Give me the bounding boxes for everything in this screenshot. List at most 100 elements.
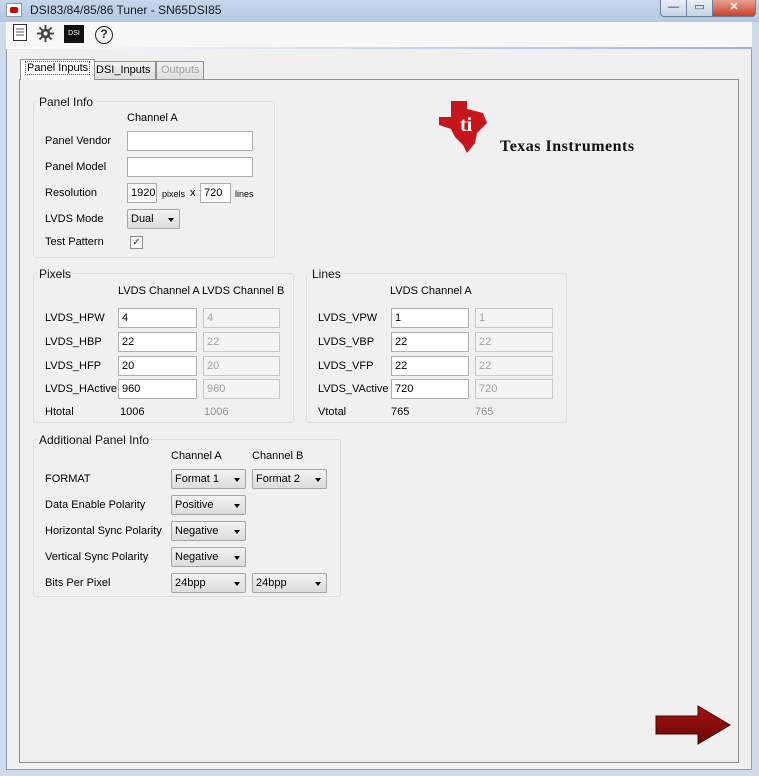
close-button[interactable]: ✕ — [712, 0, 756, 17]
lvds-vfp-a-input[interactable]: 22 — [391, 356, 469, 376]
gear-icon[interactable] — [35, 24, 55, 44]
lvds-vactive-a-input[interactable]: 720 — [391, 379, 469, 399]
lvds-vpw-b-input: 1 — [475, 308, 553, 328]
lvds-mode-value: Dual — [131, 213, 154, 225]
lvds-vactive-b-input: 720 — [475, 379, 553, 399]
lvds-hbp-a-input[interactable]: 22 — [118, 332, 197, 352]
resolution-x-separator: x — [190, 187, 196, 199]
panel-vendor-input[interactable] — [127, 131, 253, 151]
chevron-down-icon — [234, 582, 240, 586]
lvds-mode-label: LVDS Mode — [45, 213, 104, 225]
chevron-down-icon — [315, 478, 321, 482]
pixels-col-b-header: LVDS Channel B — [202, 285, 285, 297]
format-b-value: Format 2 — [256, 473, 301, 485]
panel-info-title: Panel Info — [37, 95, 96, 109]
vsync-polarity-value: Negative — [175, 551, 219, 563]
bits-per-pixel-a-select[interactable]: 24bpp — [171, 573, 246, 593]
lvds-hfp-label: LVDS_HFP — [45, 360, 102, 372]
panel-model-label: Panel Model — [45, 161, 107, 173]
lvds-vpw-a-input[interactable]: 1 — [391, 308, 469, 328]
additional-panel-info-title: Additional Panel Info — [37, 433, 152, 447]
lvds-hactive-a-input[interactable]: 960 — [118, 379, 197, 399]
vtotal-b-value: 765 — [475, 406, 494, 418]
resolution-label: Resolution — [45, 187, 97, 199]
resolution-lines-unit: lines — [235, 189, 254, 199]
lvds-hactive-b-input: 960 — [203, 379, 280, 399]
data-enable-polarity-value: Positive — [175, 499, 214, 511]
tab-panel-inputs[interactable]: Panel Inputs — [20, 59, 96, 80]
hsync-polarity-label: Horizontal Sync Polarity — [45, 525, 162, 537]
pixels-col-a-header: LVDS Channel A — [118, 285, 200, 297]
maximize-button[interactable]: ▭ — [686, 0, 713, 17]
toolbar-divider — [6, 47, 752, 49]
resolution-height-input[interactable]: 720 — [200, 183, 231, 203]
lvds-vbp-label: LVDS_VBP — [318, 336, 375, 348]
lvds-mode-select[interactable]: Dual — [127, 209, 180, 229]
window-title: DSI83/84/85/86 Tuner - SN65DSI85 — [30, 3, 222, 17]
panel-info-channel-header: Channel A — [127, 112, 178, 124]
chevron-down-icon — [234, 504, 240, 508]
chevron-down-icon — [234, 478, 240, 482]
htotal-label: Htotal — [45, 406, 74, 418]
svg-text:ti: ti — [460, 114, 473, 136]
toolbar — [6, 22, 752, 48]
additional-col-a-header: Channel A — [171, 450, 222, 462]
hsync-polarity-select[interactable]: Negative — [171, 521, 246, 541]
next-arrow-icon[interactable] — [654, 704, 732, 746]
data-enable-polarity-label: Data Enable Polarity — [45, 499, 146, 511]
company-name: Texas Instruments — [500, 138, 635, 155]
lvds-hbp-label: LVDS_HBP — [45, 336, 102, 348]
lvds-hpw-label: LVDS_HPW — [45, 312, 105, 324]
htotal-b-value: 1006 — [204, 406, 229, 418]
chevron-down-icon — [168, 218, 174, 222]
tab-panel-inputs-label: Panel Inputs — [25, 61, 91, 75]
additional-col-b-header: Channel B — [252, 450, 304, 462]
texas-instruments-logo-icon: ti — [439, 101, 487, 153]
minimize-button[interactable]: — — [660, 0, 687, 17]
lvds-hfp-a-input[interactable]: 20 — [118, 356, 197, 376]
vtotal-a-value: 765 — [391, 406, 410, 418]
lvds-vactive-label: LVDS_VActive — [318, 383, 389, 395]
format-a-select[interactable]: Format 1 — [171, 469, 246, 489]
document-icon[interactable] — [10, 24, 30, 44]
lines-col-a-header: LVDS Channel A — [390, 285, 472, 297]
vtotal-label: Vtotal — [318, 406, 347, 418]
help-glyph: ? — [95, 26, 113, 44]
lvds-vbp-b-input: 22 — [475, 332, 553, 352]
app-icon[interactable] — [6, 3, 22, 17]
bits-per-pixel-b-select[interactable]: 24bpp — [252, 573, 327, 593]
lines-title: Lines — [310, 267, 343, 281]
bits-per-pixel-b-value: 24bpp — [256, 577, 287, 589]
resolution-width-input[interactable]: 1920 — [127, 183, 157, 203]
hsync-polarity-value: Negative — [175, 525, 219, 537]
lvds-hactive-label: LVDS_HActive — [45, 383, 117, 395]
bits-per-pixel-a-value: 24bpp — [175, 577, 206, 589]
dsi-icon[interactable]: DSI — [64, 25, 84, 43]
lvds-hpw-a-input[interactable]: 4 — [118, 308, 197, 328]
test-pattern-checkbox[interactable]: ✓ — [130, 236, 143, 249]
panel-info-group — [33, 101, 275, 258]
lvds-vbp-a-input[interactable]: 22 — [391, 332, 469, 352]
test-pattern-label: Test Pattern — [45, 236, 104, 248]
lvds-hbp-b-input: 22 — [203, 332, 280, 352]
lvds-hfp-b-input: 20 — [203, 356, 280, 376]
lvds-hpw-b-input: 4 — [203, 308, 280, 328]
pixels-title: Pixels — [37, 267, 74, 281]
chevron-down-icon — [234, 530, 240, 534]
htotal-a-value: 1006 — [120, 406, 145, 418]
lvds-vfp-label: LVDS_VFP — [318, 360, 374, 372]
format-a-value: Format 1 — [175, 473, 220, 485]
help-icon[interactable]: ? — [94, 24, 114, 44]
panel-vendor-label: Panel Vendor — [45, 135, 112, 147]
bits-per-pixel-label: Bits Per Pixel — [45, 577, 111, 589]
panel-model-input[interactable] — [127, 157, 253, 177]
vsync-polarity-select[interactable]: Negative — [171, 547, 246, 567]
lvds-vpw-label: LVDS_VPW — [318, 312, 378, 324]
tab-dsi-inputs[interactable]: DSI_Inputs — [91, 61, 156, 79]
format-b-select[interactable]: Format 2 — [252, 469, 327, 489]
chevron-down-icon — [234, 556, 240, 560]
tab-outputs: Outputs — [156, 61, 204, 79]
data-enable-polarity-select[interactable]: Positive — [171, 495, 246, 515]
resolution-pixels-unit: pixels — [162, 189, 186, 199]
chevron-down-icon — [315, 582, 321, 586]
